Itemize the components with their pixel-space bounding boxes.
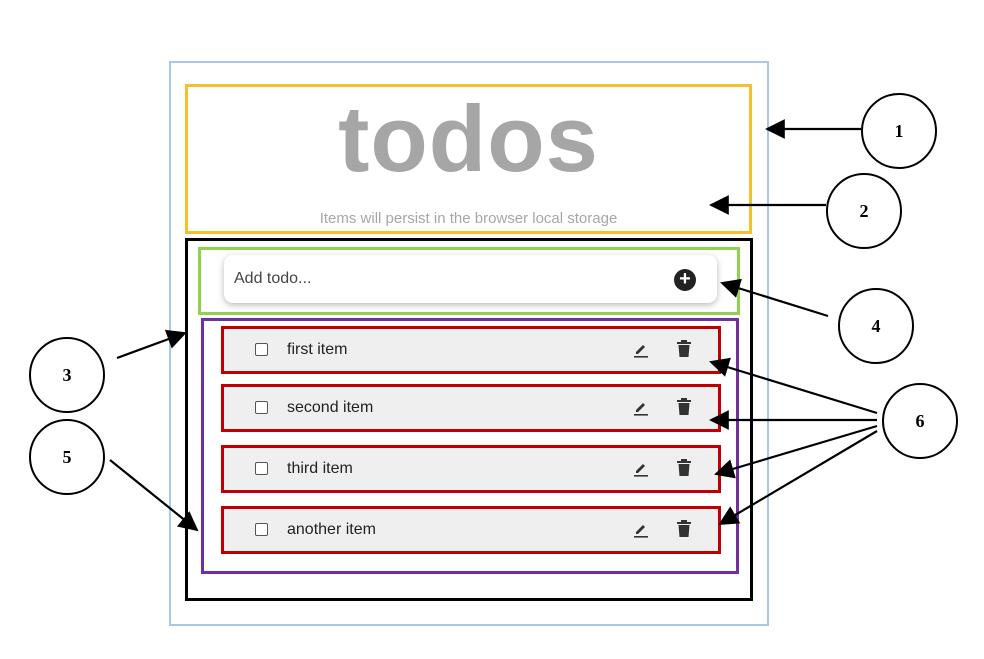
callout-1: 1 — [861, 93, 937, 169]
callout-4: 4 — [838, 288, 914, 364]
arrow-6c — [714, 424, 878, 479]
arrow-4 — [720, 278, 829, 318]
callout-2: 2 — [826, 173, 902, 249]
arrow-6d — [718, 430, 878, 526]
arrow-5 — [109, 459, 199, 532]
callout-3: 3 — [29, 337, 105, 413]
callout-5: 5 — [29, 419, 105, 495]
callout-arrows — [109, 119, 878, 532]
callout-6: 6 — [882, 383, 958, 459]
arrow-3 — [116, 329, 187, 360]
arrow-6a — [709, 357, 878, 415]
